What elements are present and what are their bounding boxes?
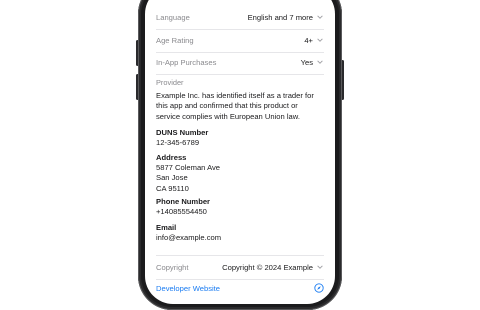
in-app-purchases-row[interactable]: In-App Purchases Yes	[156, 51, 324, 73]
address-line: CA 95110	[156, 183, 189, 193]
email-value: info@example.com	[156, 233, 222, 243]
provider-description: Example Inc. has identified itself as a …	[156, 91, 314, 121]
duns-number-value: 12-345-6789	[156, 138, 200, 148]
address-line: San Jose	[156, 173, 188, 183]
chevron-down-icon	[317, 15, 323, 19]
language-label: Language	[156, 12, 190, 22]
provider-block: Provider Example Inc. has identified its…	[156, 78, 321, 122]
address-line: 5877 Coleman Ave	[156, 163, 221, 173]
duns-number-block: DUNS Number 12-345-6789	[156, 128, 321, 148]
copyright-row[interactable]: Copyright Copyright © 2024 Example	[156, 256, 324, 278]
email-heading: Email	[156, 223, 177, 232]
language-row[interactable]: Language English and 7 more	[156, 6, 324, 28]
language-value: English and 7 more	[247, 12, 313, 22]
phone-number-heading: Phone Number	[156, 197, 211, 206]
app-info-screen: Language English and 7 more Age Rating 4…	[145, 0, 335, 304]
chevron-down-icon	[317, 38, 323, 42]
duns-number-heading: DUNS Number	[156, 128, 209, 137]
chevron-down-icon	[317, 60, 323, 64]
compass-icon	[314, 283, 324, 293]
age-rating-row[interactable]: Age Rating 4+	[156, 29, 324, 51]
in-app-purchases-value: Yes	[300, 57, 313, 67]
copyright-label: Copyright	[156, 262, 189, 272]
age-rating-value: 4+	[304, 35, 313, 45]
phone-number-block: Phone Number +14085554450	[156, 197, 321, 217]
email-block: Email info@example.com	[156, 223, 321, 243]
developer-website-link[interactable]: Developer Website	[156, 279, 324, 297]
copyright-value: Copyright © 2024 Example	[222, 262, 313, 272]
developer-website-label: Developer Website	[156, 283, 221, 293]
address-block: Address 5877 Coleman Ave San Jose CA 951…	[156, 153, 321, 194]
provider-label: Provider	[156, 78, 184, 87]
in-app-purchases-label: In-App Purchases	[156, 57, 217, 67]
phone-number-value: +14085554450	[156, 207, 207, 217]
address-heading: Address	[156, 153, 187, 162]
chevron-down-icon	[317, 265, 323, 269]
divider	[156, 74, 324, 75]
age-rating-label: Age Rating	[156, 35, 194, 45]
